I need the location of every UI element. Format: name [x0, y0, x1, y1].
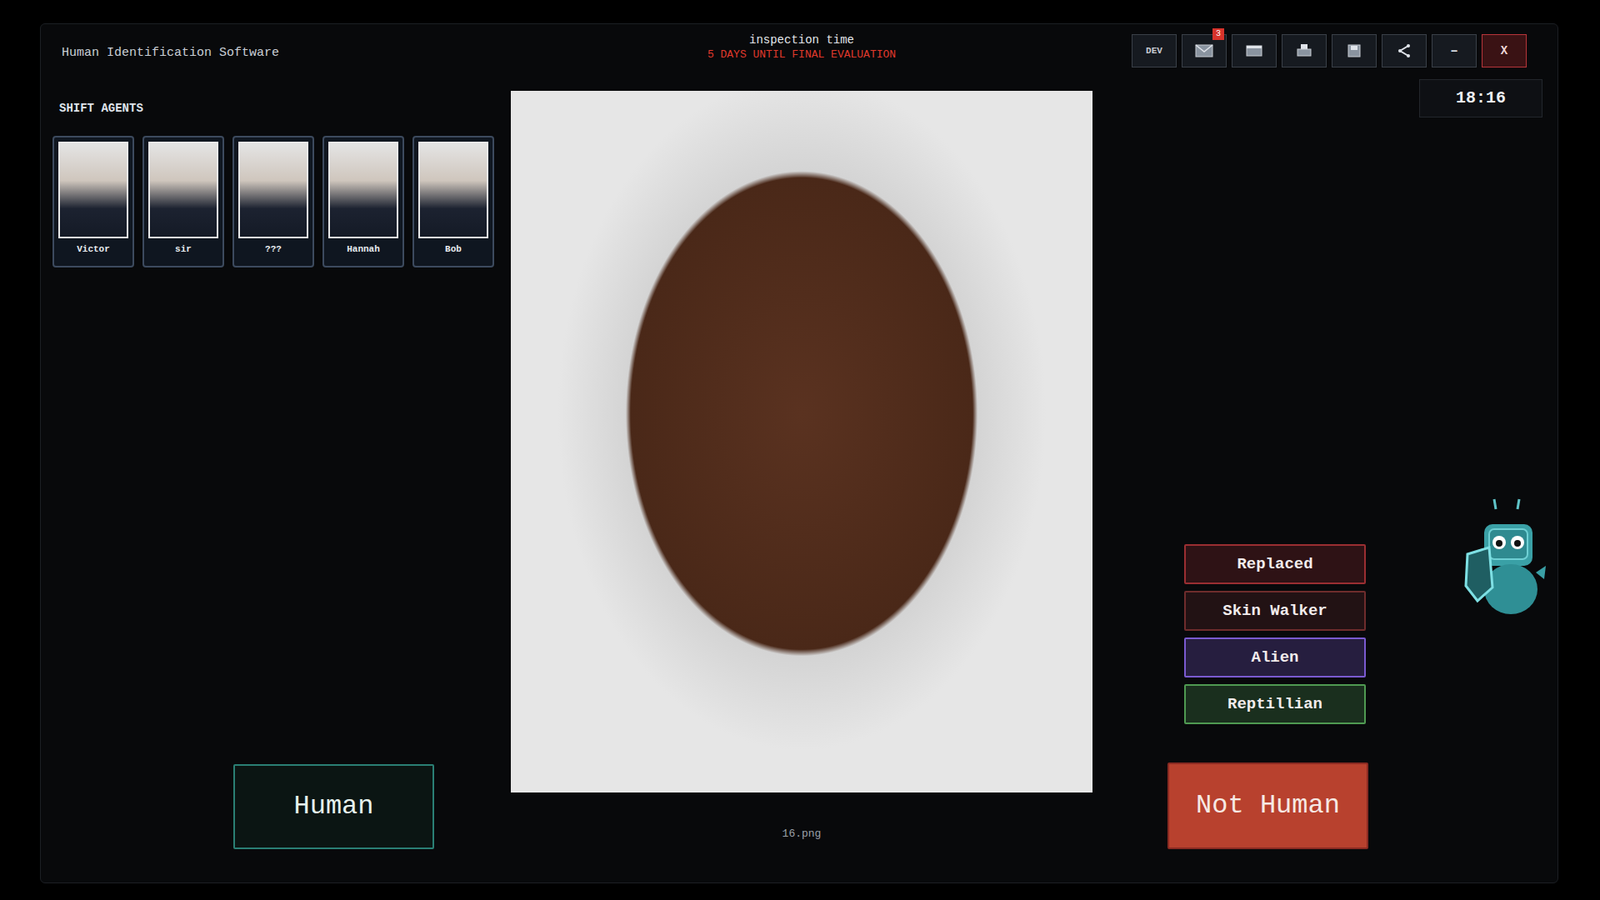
agent-photo — [148, 141, 219, 239]
category-list: Replaced Skin Walker Alien Reptillian — [1184, 544, 1366, 725]
mail-button[interactable]: 3 — [1181, 34, 1227, 68]
agent-name: ??? — [238, 242, 309, 257]
agent-photo — [58, 141, 129, 239]
category-button[interactable]: Skin Walker — [1184, 590, 1366, 631]
screen: Human Identification Software SHIFT AGEN… — [0, 0, 1600, 900]
share-icon — [1396, 43, 1412, 59]
agent-card[interactable]: ??? — [232, 135, 315, 268]
category-label: Reptillian — [1227, 692, 1323, 717]
agent-card[interactable]: Bob — [412, 135, 495, 268]
window-button[interactable] — [1231, 34, 1277, 68]
category-button[interactable]: Replaced — [1184, 544, 1366, 585]
agent-card[interactable]: Victor — [52, 135, 135, 268]
toolbar: DEV 3 – X — [1131, 34, 1558, 68]
agent-photo — [238, 141, 309, 239]
minimize-button[interactable]: – — [1431, 34, 1477, 68]
category-area: Replaced Skin Walker Alien Reptillian — [1184, 495, 1558, 725]
agent-name: Hannah — [328, 242, 399, 257]
agent-card[interactable]: sir — [142, 135, 225, 268]
save-icon — [1347, 44, 1361, 58]
category-label: Alien — [1250, 645, 1299, 670]
human-button[interactable]: Human — [233, 764, 435, 850]
inspection-title: inspection time — [749, 32, 855, 48]
robot-mascot-icon — [1459, 495, 1551, 635]
window-icon — [1245, 45, 1263, 57]
category-label: Replaced — [1236, 552, 1313, 577]
category-button[interactable]: Reptillian — [1184, 684, 1366, 725]
agent-photo — [418, 141, 489, 239]
right-panel: DEV 3 – X 18:16 — [1092, 24, 1558, 883]
inspection-header: inspection time 5 DAYS UNTIL FINAL EVALU… — [707, 24, 896, 91]
app-window: Human Identification Software SHIFT AGEN… — [40, 23, 1559, 884]
dev-button[interactable]: DEV — [1131, 34, 1177, 68]
not-human-button[interactable]: Not Human — [1167, 762, 1369, 850]
subject-photo — [510, 90, 1093, 793]
agent-card[interactable]: Hannah — [322, 135, 405, 268]
countdown-label: 5 DAYS UNTIL FINAL EVALUATION — [707, 47, 896, 63]
agents-list: Victor sir??? Hannah Bob — [40, 135, 511, 268]
category-label: Skin Walker — [1222, 599, 1327, 624]
printer-icon — [1296, 43, 1312, 59]
agent-name: Bob — [418, 242, 489, 257]
clock: 18:16 — [1419, 79, 1543, 118]
agent-photo — [328, 141, 399, 239]
mail-icon — [1195, 44, 1214, 58]
save-button[interactable] — [1331, 34, 1377, 68]
center-panel: inspection time 5 DAYS UNTIL FINAL EVALU… — [510, 24, 1093, 883]
mail-badge: 3 — [1212, 28, 1225, 40]
window-title: Human Identification Software — [40, 24, 511, 64]
left-panel: Human Identification Software SHIFT AGEN… — [40, 24, 511, 883]
agent-name: sir — [148, 242, 219, 257]
agents-title: SHIFT AGENTS — [40, 100, 511, 118]
close-button[interactable]: X — [1481, 34, 1527, 68]
print-button[interactable] — [1281, 34, 1327, 68]
file-name: 16.png — [782, 825, 822, 843]
agent-name: Victor — [58, 242, 129, 257]
share-button[interactable] — [1381, 34, 1427, 68]
category-button[interactable]: Alien — [1184, 637, 1366, 678]
